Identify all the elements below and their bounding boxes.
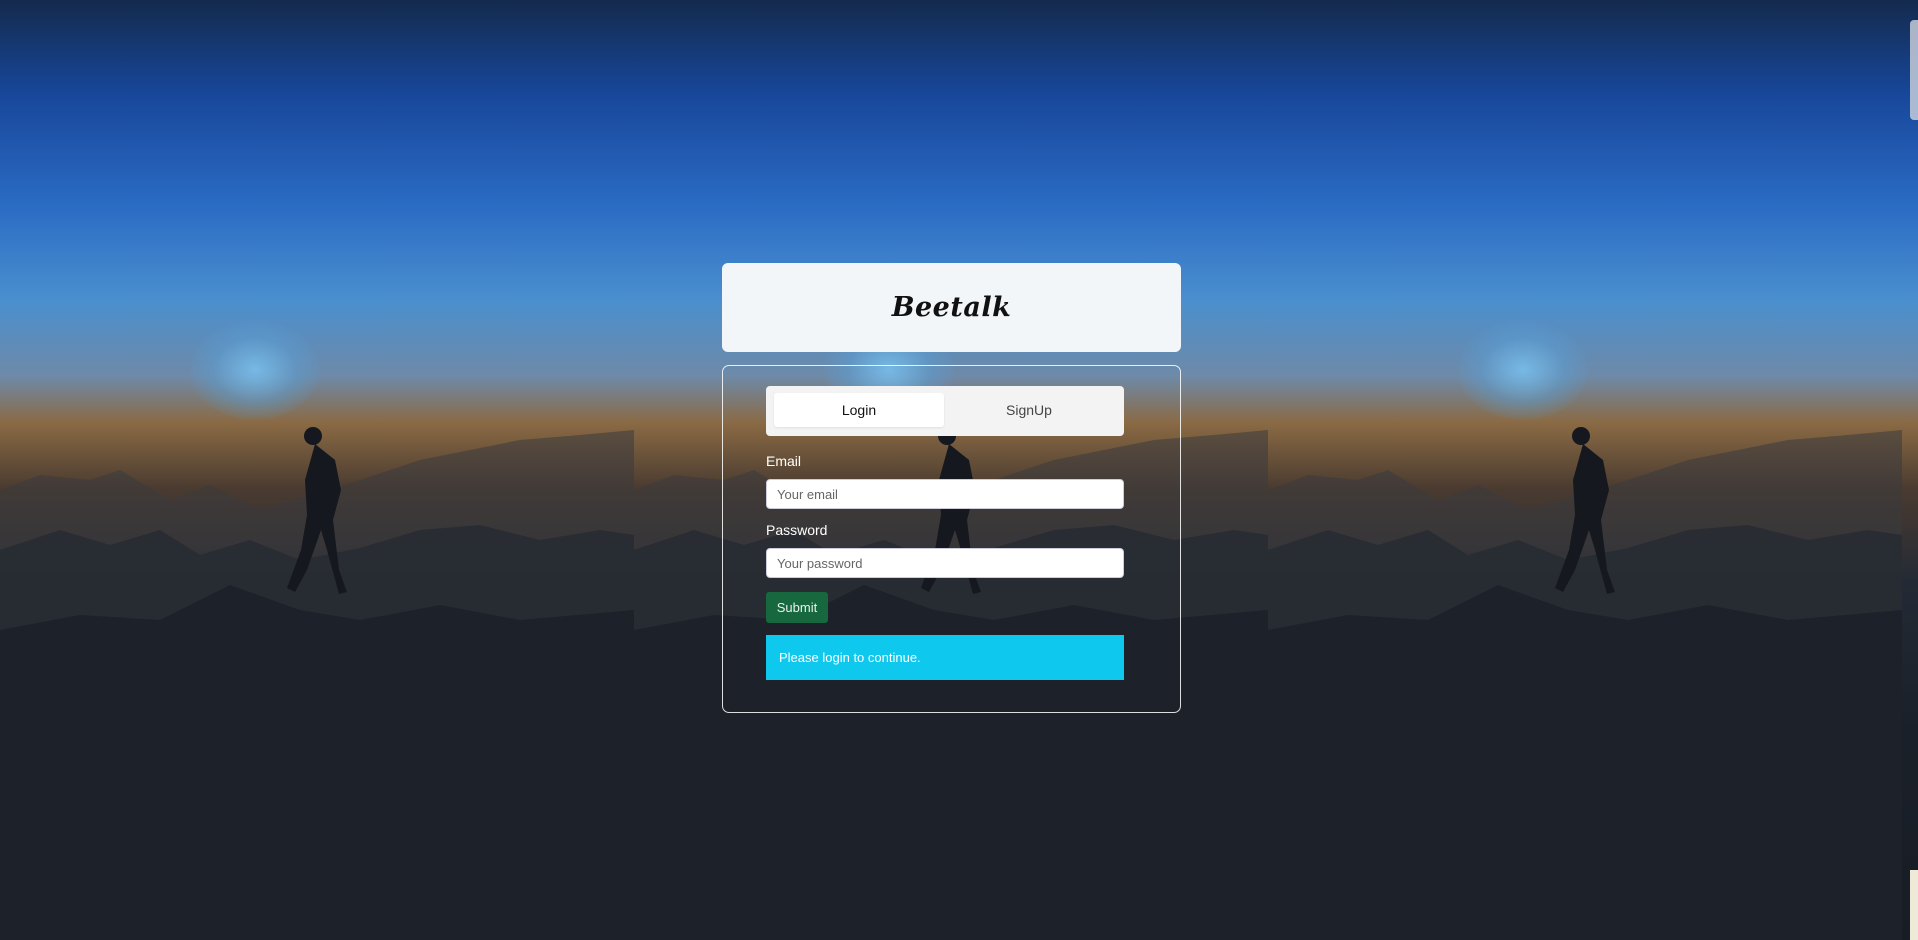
background-tile xyxy=(1268,0,1902,940)
hiker-silhouette xyxy=(1555,427,1615,594)
tab-signup[interactable]: SignUp xyxy=(944,393,1114,427)
scrollbar[interactable] xyxy=(1910,20,1918,120)
password-label: Password xyxy=(766,522,828,538)
tab-login[interactable]: Login xyxy=(774,393,944,427)
background-tile xyxy=(1902,0,1918,940)
email-field[interactable] xyxy=(766,479,1124,509)
app-title: Beetalk xyxy=(891,292,1012,323)
email-label: Email xyxy=(766,453,802,469)
brand-header: Beetalk xyxy=(722,263,1181,352)
auth-tabs: Login SignUp xyxy=(766,386,1124,436)
hiker-silhouette xyxy=(287,427,347,594)
auth-card: Login SignUp Email Password Submit Pleas… xyxy=(722,365,1181,713)
password-field[interactable] xyxy=(766,548,1124,578)
alert-message: Please login to continue. xyxy=(779,650,921,665)
info-alert: Please login to continue. xyxy=(766,635,1124,680)
background-tile xyxy=(0,0,634,940)
submit-button[interactable]: Submit xyxy=(766,592,828,623)
